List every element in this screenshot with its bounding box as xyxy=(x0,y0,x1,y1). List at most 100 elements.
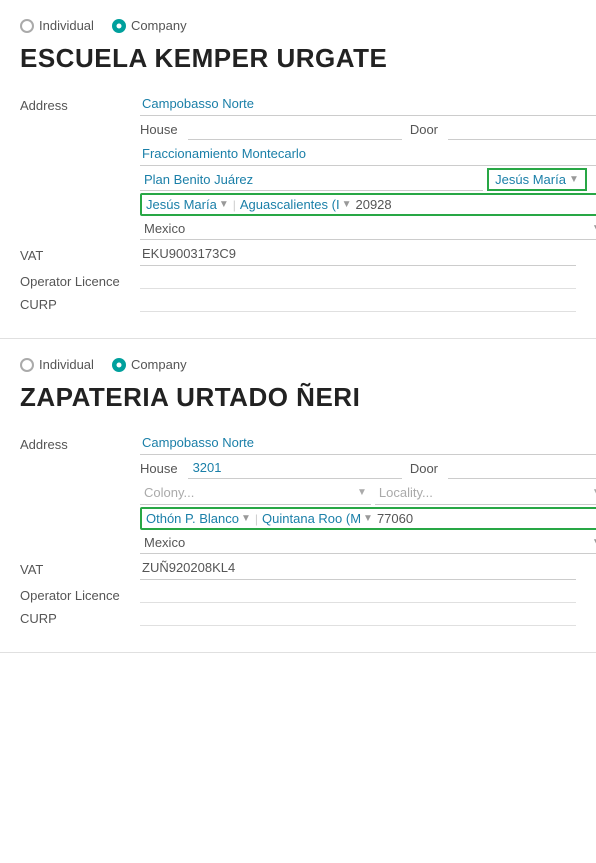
street-value-1[interactable]: Campobasso Norte xyxy=(140,92,596,116)
state-seg-1[interactable]: Aguascalientes (I ▼ xyxy=(240,197,352,212)
operator-value-1[interactable] xyxy=(140,268,576,289)
city-text-2: Othón P. Blanco xyxy=(146,511,239,526)
operator-label-1: Operator Licence xyxy=(20,268,140,289)
vat-value-1[interactable]: EKU9003173C9 xyxy=(140,242,576,266)
door-label-1: Door xyxy=(410,122,438,137)
country-chevron-1: ▼ xyxy=(592,223,596,234)
radio-group-2: Individual Company xyxy=(20,357,576,372)
state-chevron-1: ▼ xyxy=(342,199,352,210)
curp-value-1[interactable] xyxy=(140,291,576,312)
radio-circle-individual-2 xyxy=(20,358,34,372)
address-row-1: Address Campobasso Norte House Door Frac… xyxy=(20,92,576,240)
street-line-2: Campobasso Norte xyxy=(140,431,596,455)
locality-chevron-2: ▼ xyxy=(592,487,596,498)
street-value-2[interactable]: Campobasso Norte xyxy=(140,431,596,455)
vat-label-1: VAT xyxy=(20,242,140,266)
card-zapateria: Individual Company ZAPATERIA URTADO ÑERI… xyxy=(0,339,596,653)
fraccionamiento-value-1[interactable]: Fraccionamiento Montecarlo xyxy=(140,142,596,166)
house-door-line-1: House Door xyxy=(140,118,596,140)
vat-row-1: VAT EKU9003173C9 xyxy=(20,242,576,266)
vat-fields-1: EKU9003173C9 xyxy=(140,242,576,266)
country-row-2: Mexico ▼ xyxy=(140,532,596,554)
city-chevron-1: ▼ xyxy=(219,199,229,210)
jesus-maria-text-1: Jesús María xyxy=(495,172,566,187)
operator-row-1: Operator Licence xyxy=(20,268,576,289)
locality-placeholder-2: Locality... xyxy=(379,485,433,500)
form-section-2: Address Campobasso Norte House Door Colo… xyxy=(20,431,576,628)
city-seg-2[interactable]: Othón P. Blanco ▼ xyxy=(146,511,251,526)
country-text-1: Mexico xyxy=(144,221,185,236)
colony-placeholder-2: Colony... xyxy=(144,485,194,500)
radio-individual-label-1: Individual xyxy=(39,18,94,33)
radio-individual-label-2: Individual xyxy=(39,357,94,372)
operator-row-2: Operator Licence xyxy=(20,582,576,603)
operator-fields-1 xyxy=(140,268,576,289)
city-text-1: Jesús María xyxy=(146,197,217,212)
country-chevron-2: ▼ xyxy=(592,537,596,548)
curp-fields-2 xyxy=(140,605,576,626)
colony-locality-line-2: Colony... ▼ Locality... ▼ xyxy=(140,481,596,505)
vat-row-2: VAT ZUÑ920208KL4 xyxy=(20,556,576,580)
state-text-2: Quintana Roo (M xyxy=(262,511,361,526)
state-text-1: Aguascalientes (I xyxy=(240,197,340,212)
plan-benito-value-1[interactable]: Plan Benito Juárez xyxy=(140,169,483,191)
house-label-1: House xyxy=(140,122,178,137)
radio-company-1[interactable]: Company xyxy=(112,18,187,33)
radio-circle-company-2 xyxy=(112,358,126,372)
house-input-2[interactable] xyxy=(188,457,402,479)
company-title-2: ZAPATERIA URTADO ÑERI xyxy=(20,382,576,413)
colony-field-2[interactable]: Colony... ▼ xyxy=(140,481,371,505)
address-row-2: Address Campobasso Norte House Door Colo… xyxy=(20,431,576,554)
radio-company-label-2: Company xyxy=(131,357,187,372)
country-text-2: Mexico xyxy=(144,535,185,550)
state-seg-2[interactable]: Quintana Roo (M ▼ xyxy=(262,511,373,526)
curp-value-2[interactable] xyxy=(140,605,576,626)
address-label-1: Address xyxy=(20,92,140,240)
door-input-2[interactable] xyxy=(448,457,596,479)
curp-fields-1 xyxy=(140,291,576,312)
curp-row-2: CURP xyxy=(20,605,576,626)
house-input-1[interactable] xyxy=(188,118,402,140)
door-input-1[interactable] xyxy=(448,118,596,140)
country-row-1: Mexico ▼ xyxy=(140,218,596,240)
zip-2: 77060 xyxy=(377,511,413,526)
radio-company-label-1: Company xyxy=(131,18,187,33)
form-section-1: Address Campobasso Norte House Door Frac… xyxy=(20,92,576,314)
radio-individual-2[interactable]: Individual xyxy=(20,357,94,372)
colony-chevron-2: ▼ xyxy=(357,487,367,498)
radio-company-2[interactable]: Company xyxy=(112,357,187,372)
operator-label-2: Operator Licence xyxy=(20,582,140,603)
house-door-line-2: House Door xyxy=(140,457,596,479)
address-label-2: Address xyxy=(20,431,140,554)
city-seg-1[interactable]: Jesús María ▼ xyxy=(146,197,229,212)
radio-group-1: Individual Company xyxy=(20,18,576,33)
radio-individual-1[interactable]: Individual xyxy=(20,18,94,33)
operator-fields-2 xyxy=(140,582,576,603)
address-fields-2: Campobasso Norte House Door Colony... ▼ xyxy=(140,431,596,554)
street-line-1: Campobasso Norte xyxy=(140,92,596,116)
jesus-maria-select-1[interactable]: Jesús María ▼ xyxy=(487,168,587,191)
locality-field-2[interactable]: Locality... ▼ xyxy=(375,481,596,505)
company-title-1: ESCUELA KEMPER URGATE xyxy=(20,43,576,74)
radio-circle-individual-1 xyxy=(20,19,34,33)
operator-value-2[interactable] xyxy=(140,582,576,603)
fraccionamiento-line-1: Fraccionamiento Montecarlo xyxy=(140,142,596,166)
curp-label-1: CURP xyxy=(20,291,140,312)
radio-circle-company-1 xyxy=(112,19,126,33)
address-fields-1: Campobasso Norte House Door Fraccionamie… xyxy=(140,92,596,240)
vat-value-2[interactable]: ZUÑ920208KL4 xyxy=(140,556,576,580)
curp-label-2: CURP xyxy=(20,605,140,626)
city-row-2: Othón P. Blanco ▼ | Quintana Roo (M ▼ 77… xyxy=(140,507,596,530)
state-chevron-2: ▼ xyxy=(363,513,373,524)
zip-1: 20928 xyxy=(355,197,391,212)
city-row-1: Jesús María ▼ | Aguascalientes (I ▼ 2092… xyxy=(140,193,596,216)
city-chevron-2: ▼ xyxy=(241,513,251,524)
plan-benito-line-1: Plan Benito Juárez Jesús María ▼ ↗ xyxy=(140,168,596,191)
country-select-2[interactable]: Mexico ▼ xyxy=(140,532,596,554)
country-select-1[interactable]: Mexico ▼ xyxy=(140,218,596,240)
vat-label-2: VAT xyxy=(20,556,140,580)
house-label-2: House xyxy=(140,461,178,476)
jesus-maria-chevron-1: ▼ xyxy=(569,174,579,185)
card-escuela: Individual Company ESCUELA KEMPER URGATE… xyxy=(0,0,596,339)
curp-row-1: CURP xyxy=(20,291,576,312)
